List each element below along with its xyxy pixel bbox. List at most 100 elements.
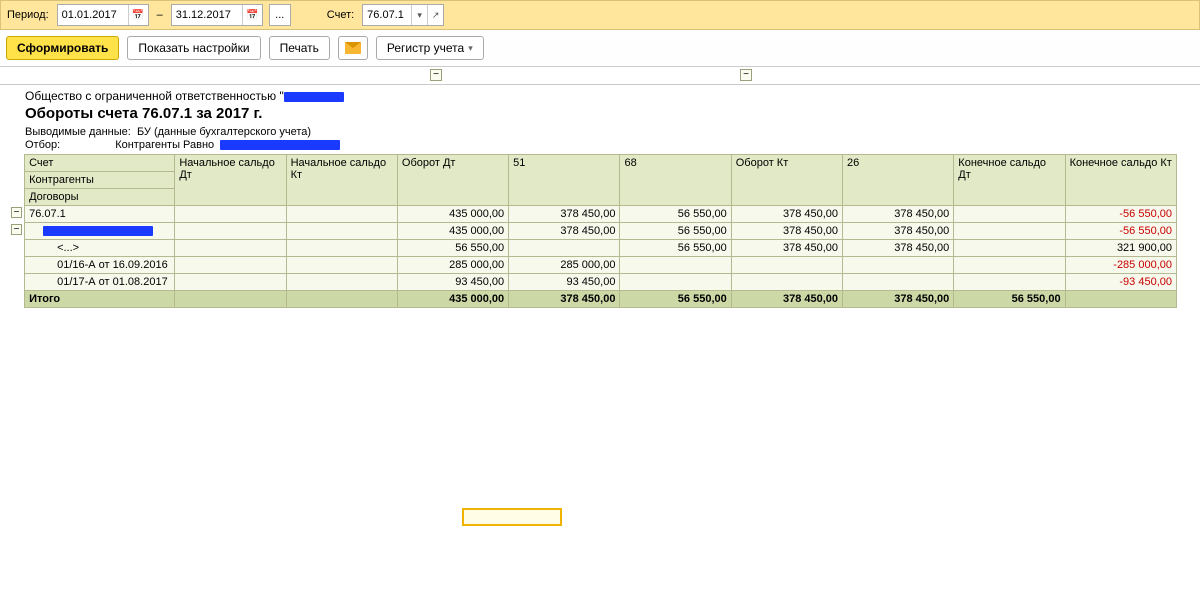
redacted <box>43 226 153 236</box>
register-label: Регистр учета <box>387 41 464 55</box>
mail-button[interactable] <box>338 36 368 60</box>
cell-c51: 378 450,00 <box>509 223 620 240</box>
chevron-down-icon: ▾ <box>468 43 473 54</box>
cell-turn_dt: 56 550,00 <box>397 240 508 257</box>
col-end-kt: Конечное сальдо Кт <box>1065 155 1176 206</box>
cell-turn_kt <box>731 257 842 274</box>
account-label: Счет: <box>327 9 354 21</box>
cell-beg_kt <box>286 206 397 223</box>
account-field: ▾ ↗ <box>362 4 444 26</box>
cell-end_dt <box>954 240 1065 257</box>
expand-icon[interactable]: − <box>11 224 22 235</box>
row-label: 76.07.1 <box>25 206 175 223</box>
period-dash: – <box>155 9 165 21</box>
redacted <box>220 140 340 150</box>
date-to-input[interactable] <box>172 9 242 21</box>
form-button[interactable]: Сформировать <box>6 36 119 60</box>
output-label: Выводимые данные: <box>25 126 131 138</box>
cell-c68: 56 550,00 <box>620 206 731 223</box>
cell-c26: 378 450,00 <box>843 240 954 257</box>
total-51: 378 450,00 <box>509 291 620 308</box>
toolbar: Сформировать Показать настройки Печать Р… <box>0 30 1200 67</box>
account-input[interactable] <box>363 9 411 21</box>
table-body: −76.07.1435 000,00378 450,0056 550,00378… <box>9 206 1177 291</box>
cell-turn_dt: 93 450,00 <box>397 274 508 291</box>
print-button[interactable]: Печать <box>269 36 330 60</box>
mail-icon <box>345 42 361 54</box>
date-from-input[interactable] <box>58 9 128 21</box>
cell-c26: 378 450,00 <box>843 223 954 240</box>
cell-end_dt <box>954 223 1065 240</box>
show-settings-button[interactable]: Показать настройки <box>127 36 260 60</box>
cell-turn_kt: 378 450,00 <box>731 240 842 257</box>
group-collapse-row: − − <box>0 67 1200 85</box>
row-label: <...> <box>25 240 175 257</box>
cell-c51 <box>509 240 620 257</box>
total-26: 378 450,00 <box>843 291 954 308</box>
cell-end_kt: -93 450,00 <box>1065 274 1176 291</box>
cell-beg_kt <box>286 223 397 240</box>
cell-c26 <box>843 274 954 291</box>
cell-turn_dt: 435 000,00 <box>397 206 508 223</box>
row-label: 01/16-А от 16.09.2016 <box>25 257 175 274</box>
cell-turn_kt <box>731 274 842 291</box>
col-26: 26 <box>843 155 954 206</box>
account-dropdown[interactable]: ▾ <box>411 5 427 25</box>
cell-end_kt: 321 900,00 <box>1065 240 1176 257</box>
collapse-handle[interactable]: − <box>430 69 442 81</box>
total-label: Итого <box>25 291 175 308</box>
cell-c68 <box>620 274 731 291</box>
table-row[interactable]: −435 000,00378 450,0056 550,00378 450,00… <box>9 223 1177 240</box>
row-label <box>25 223 175 240</box>
period-more-button[interactable]: ... <box>269 4 291 26</box>
expand-col <box>9 155 25 206</box>
cell-beg_dt <box>175 206 286 223</box>
col-contracts: Договоры <box>25 189 175 206</box>
calendar-icon[interactable]: 📅 <box>242 5 262 25</box>
total-turn-dt: 435 000,00 <box>397 291 508 308</box>
cell-end_dt <box>954 274 1065 291</box>
cell-c51: 285 000,00 <box>509 257 620 274</box>
period-bar: Период: 📅 – 📅 ... Счет: ▾ ↗ <box>0 0 1200 30</box>
table-row[interactable]: 01/16-А от 16.09.2016285 000,00285 000,0… <box>9 257 1177 274</box>
row-label: 01/17-А от 01.08.2017 <box>25 274 175 291</box>
register-button[interactable]: Регистр учета ▾ <box>376 36 484 60</box>
date-to-wrapper: 📅 <box>171 4 263 26</box>
cell-beg_kt <box>286 257 397 274</box>
cell-beg_dt <box>175 223 286 240</box>
report-table: Счет Начальное сальдо Дт Начальное сальд… <box>9 154 1177 308</box>
col-beg-kt: Начальное сальдо Кт <box>286 155 397 206</box>
cell-beg_dt <box>175 257 286 274</box>
collapse-handle[interactable]: − <box>740 69 752 81</box>
col-turn-dt: Оборот Дт <box>397 155 508 206</box>
period-label: Период: <box>7 9 49 21</box>
table-row[interactable]: −76.07.1435 000,00378 450,0056 550,00378… <box>9 206 1177 223</box>
filter-line: Отбор: Контрагенты Равно <box>25 139 1175 151</box>
report-header: Общество с ограниченной ответственностью… <box>23 85 1177 154</box>
report-area: Общество с ограниченной ответственностью… <box>0 85 1200 308</box>
col-account: Счет <box>25 155 175 172</box>
report-title: Обороты счета 76.07.1 за 2017 г. <box>25 105 1175 122</box>
col-68: 68 <box>620 155 731 206</box>
expand-icon[interactable]: − <box>11 207 22 218</box>
cell-beg_dt <box>175 240 286 257</box>
total-row: Итого 435 000,00 378 450,00 56 550,00 37… <box>9 291 1177 308</box>
col-turn-kt: Оборот Кт <box>731 155 842 206</box>
cell-c51: 93 450,00 <box>509 274 620 291</box>
account-open[interactable]: ↗ <box>427 5 443 25</box>
calendar-icon[interactable]: 📅 <box>128 5 148 25</box>
org-line: Общество с ограниченной ответственностью… <box>25 89 1175 103</box>
filter-value: Контрагенты Равно <box>115 139 214 151</box>
selection-box <box>462 508 562 526</box>
redacted <box>284 92 344 102</box>
cell-end_dt <box>954 206 1065 223</box>
cell-end_dt <box>954 257 1065 274</box>
col-51: 51 <box>509 155 620 206</box>
cell-c26: 378 450,00 <box>843 206 954 223</box>
cell-turn_dt: 435 000,00 <box>397 223 508 240</box>
cell-c68: 56 550,00 <box>620 240 731 257</box>
cell-c51: 378 450,00 <box>509 206 620 223</box>
total-68: 56 550,00 <box>620 291 731 308</box>
table-row[interactable]: <...>56 550,0056 550,00378 450,00378 450… <box>9 240 1177 257</box>
table-row[interactable]: 01/17-А от 01.08.2017 93 450,0093 450,00 -… <box>9 274 1177 291</box>
